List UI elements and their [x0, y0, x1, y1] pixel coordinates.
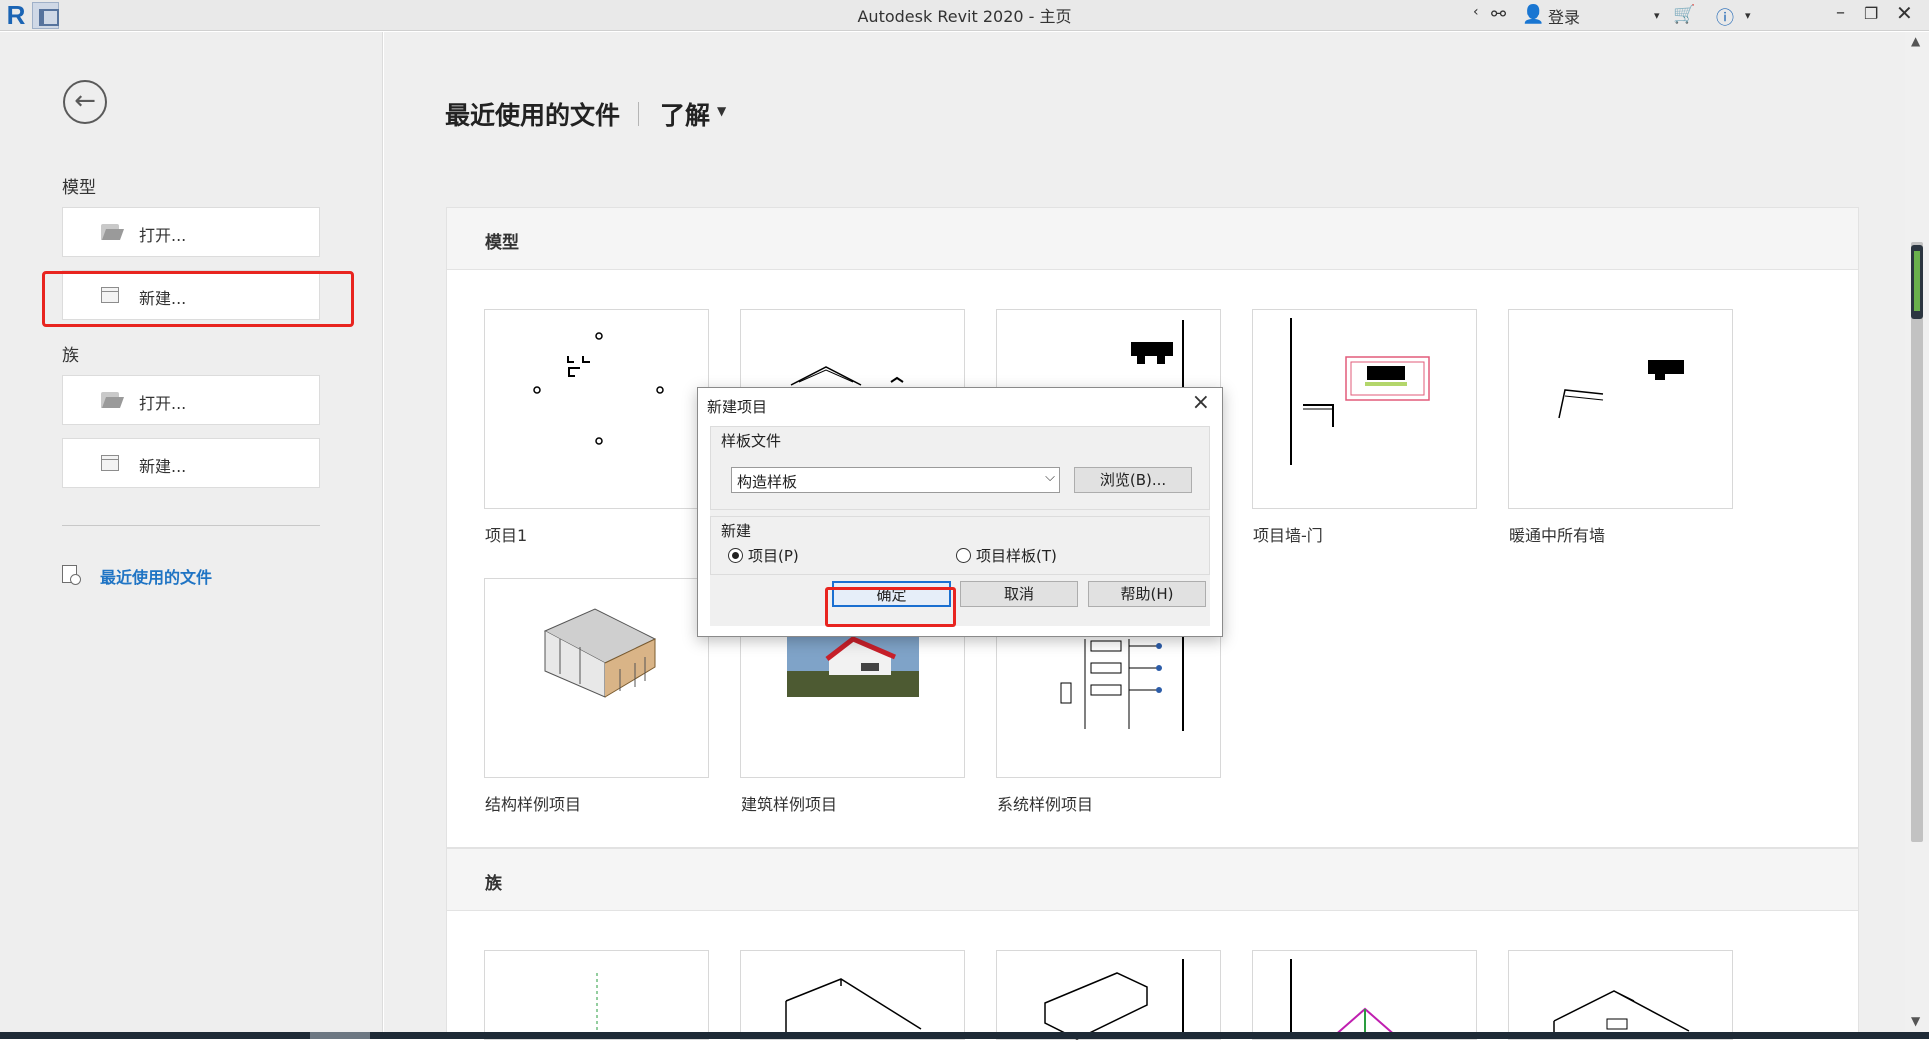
title-bar: R Autodesk Revit 2020 - 主页 ‹ ⚯ 👤 登录 ▾ 🛒 …: [0, 0, 1929, 31]
close-window-icon[interactable]: ✕: [1896, 1, 1913, 25]
family-thumbnail-2[interactable]: [740, 950, 965, 1040]
browse-button[interactable]: 浏览(B)...: [1074, 467, 1192, 493]
thumbnail-label-architectural-sample: 建筑样例项目: [741, 795, 838, 814]
family-thumbnail-1[interactable]: [484, 950, 709, 1040]
dialog-body: 样板文件 构造样板 ⌵ 浏览(B)... 新建 项目(P) 项目样板(T) 确定…: [710, 426, 1210, 626]
family-thumbnail-5[interactable]: [1508, 950, 1733, 1040]
thumbnail-label-systems-sample: 系统样例项目: [997, 795, 1094, 814]
side-panel-tab-icon[interactable]: [1911, 245, 1923, 319]
restore-icon[interactable]: ❐: [1864, 4, 1878, 23]
family-new-button[interactable]: 新建...: [62, 438, 320, 488]
radio-project-template[interactable]: 项目样板(T): [956, 545, 1057, 566]
families-panel-header: 族: [447, 849, 1858, 911]
ok-button-highlight: [825, 587, 956, 627]
sidebar: [0, 32, 383, 1032]
help-menu-chevron-icon[interactable]: ▾: [1745, 9, 1751, 22]
tab-learn[interactable]: 了解: [660, 96, 710, 132]
template-file-group: 样板文件 构造样板 ⌵ 浏览(B)...: [710, 426, 1210, 510]
recent-files-link[interactable]: 最近使用的文件: [100, 564, 212, 588]
thumbnail-hvac-walls[interactable]: [1508, 309, 1733, 509]
tab-separator: [638, 102, 639, 126]
radio-project-template-label: 项目样板(T): [976, 547, 1057, 565]
cart-icon[interactable]: 🛒: [1673, 4, 1695, 25]
family-open-button[interactable]: 打开...: [62, 375, 320, 425]
scrollbar-thumb[interactable]: [1911, 242, 1923, 842]
family-preview-icon: [785, 978, 922, 1039]
binoculars-icon[interactable]: ⚯: [1491, 4, 1506, 25]
sign-in-link[interactable]: 登录: [1548, 4, 1580, 28]
model-heading: 模型: [62, 178, 96, 198]
template-file-label: 样板文件: [721, 432, 782, 450]
family-thumbnail-3[interactable]: [996, 950, 1221, 1040]
chevron-left-icon[interactable]: ‹: [1473, 4, 1479, 20]
new-document-icon: [101, 455, 119, 471]
cancel-button[interactable]: 取消: [960, 581, 1078, 607]
radio-project[interactable]: 项目(P): [728, 545, 799, 566]
thumbnail-structural-sample[interactable]: [484, 578, 709, 778]
taskbar: [0, 1032, 1929, 1039]
new-type-group: 新建 项目(P) 项目样板(T): [710, 516, 1210, 575]
dialog-close-icon[interactable]: ×: [1192, 390, 1210, 415]
new-project-dialog: 新建项目 × 样板文件 构造样板 ⌵ 浏览(B)... 新建 项目(P) 项目样…: [697, 387, 1223, 637]
dialog-title: 新建项目: [707, 398, 768, 416]
chevron-down-icon: ⌵: [1045, 470, 1055, 485]
families-panel-title: 族: [485, 874, 502, 894]
minimize-icon[interactable]: –: [1836, 2, 1845, 23]
taskbar-active-item[interactable]: [310, 1032, 370, 1039]
folder-open-icon: [101, 392, 119, 408]
family-new-label: 新建...: [139, 457, 187, 476]
model-new-highlight: [42, 271, 354, 327]
hvac-walls-preview-icon: [1558, 360, 1684, 419]
thumbnail-project1[interactable]: [484, 309, 709, 509]
window-title: Autodesk Revit 2020 - 主页: [857, 7, 1072, 26]
thumbnail-label-project1: 项目1: [485, 526, 528, 545]
folder-open-icon: [101, 224, 119, 240]
tab-recent-files[interactable]: 最近使用的文件: [445, 96, 620, 132]
family-preview-icon: [1553, 990, 1690, 1039]
thumbnail-wall-door[interactable]: [1252, 309, 1477, 509]
thumbnail-label-structural-sample: 结构样例项目: [485, 795, 582, 814]
thumbnail-label-hvac-walls: 暖通中所有墙: [1509, 526, 1606, 545]
scroll-up-icon[interactable]: ▲: [1911, 34, 1920, 48]
radio-unselected-icon: [956, 548, 971, 563]
scroll-down-icon[interactable]: ▼: [1911, 1014, 1920, 1028]
recent-files-icon[interactable]: [62, 565, 81, 585]
family-thumbnail-4[interactable]: [1252, 950, 1477, 1040]
chevron-down-icon[interactable]: ▾: [1654, 9, 1660, 22]
models-panel-header: 模型: [447, 208, 1858, 270]
models-panel-title: 模型: [485, 233, 519, 253]
model-open-label: 打开...: [139, 226, 187, 245]
template-select-value: 构造样板: [737, 473, 798, 491]
user-icon[interactable]: 👤: [1522, 4, 1544, 25]
model-open-button[interactable]: 打开...: [62, 207, 320, 257]
family-open-label: 打开...: [139, 394, 187, 413]
vertical-scrollbar[interactable]: ▲ ▼: [1905, 32, 1929, 1032]
family-preview-icon: [1044, 959, 1184, 1040]
family-preview-icon: [1290, 959, 1398, 1039]
learn-chevron-down-icon[interactable]: ▼: [717, 104, 726, 118]
wall-door-preview-icon: [1290, 318, 1430, 465]
template-select[interactable]: 构造样板 ⌵: [731, 467, 1060, 493]
family-heading: 族: [62, 346, 79, 366]
help-button[interactable]: 帮助(H): [1088, 581, 1206, 607]
help-icon[interactable]: ⓘ: [1716, 4, 1734, 30]
back-arrow-icon[interactable]: ←: [63, 80, 107, 124]
project1-preview-icon: [533, 332, 664, 445]
sidebar-divider: [62, 525, 320, 526]
family-preview-icon: [596, 973, 598, 1039]
radio-project-label: 项目(P): [748, 547, 799, 565]
thumbnail-label-wall-door: 项目墙-门: [1253, 526, 1323, 545]
new-type-label: 新建: [721, 522, 752, 540]
radio-selected-icon: [728, 548, 743, 563]
structural-model-preview-icon: [543, 608, 657, 698]
